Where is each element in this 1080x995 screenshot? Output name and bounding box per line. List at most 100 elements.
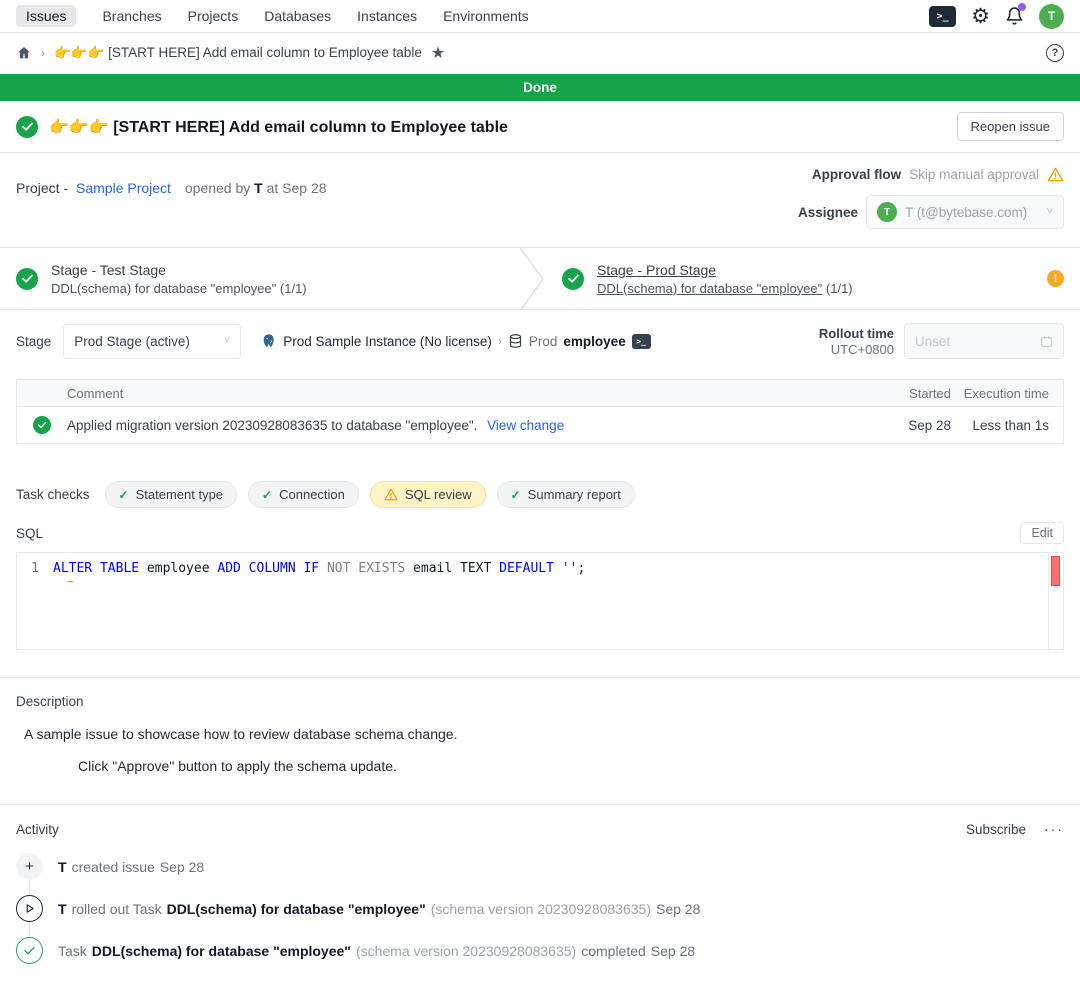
header-started: Started [873, 386, 951, 401]
star-icon[interactable]: ★ [431, 43, 445, 63]
task-run-table-header: Comment Started Execution time [17, 380, 1063, 407]
check-sql-review[interactable]: SQL review [370, 481, 486, 508]
sql-section-header: SQL Edit [16, 522, 1064, 544]
sql-editor[interactable]: 1 ALTER TABLE employee ADD COLUMN IF NOT… [16, 552, 1064, 650]
plus-icon: + [16, 853, 43, 880]
status-banner: Done [0, 74, 1080, 101]
activity-timestamp: Sep 28 [651, 943, 695, 959]
header-comment: Comment [67, 386, 873, 401]
home-icon[interactable] [16, 45, 32, 61]
activity-timestamp: Sep 28 [656, 901, 700, 917]
sql-code-line: 1 ALTER TABLE employee ADD COLUMN IF NOT… [17, 553, 1063, 576]
top-nav: Issues Branches Projects Databases Insta… [0, 0, 1080, 33]
stage-bar: Stage Prod Stage (active) ˅ Prod Sample … [0, 310, 1080, 372]
rollout-time-placeholder: Unset [915, 334, 950, 349]
subscribe-button[interactable]: Subscribe [966, 822, 1026, 837]
stage-test-check-icon [16, 268, 38, 290]
activity-detail: (schema version 20230928083635) [431, 901, 651, 917]
stage-prod-subtitle: DDL(schema) for database "employee" (1/1… [597, 281, 853, 296]
project-line: Project - Sample Project opened by T at … [16, 167, 327, 229]
stage-select-value: Prod Stage (active) [74, 334, 190, 349]
task-checks: Task checks ✓ Statement type ✓ Connectio… [16, 481, 1064, 508]
table-row[interactable]: Applied migration version 20230928083635… [17, 407, 1063, 443]
editor-overview-ruler[interactable] [1048, 553, 1063, 649]
nav-item-issues[interactable]: Issues [16, 5, 76, 27]
activity-actor: T [58, 901, 67, 917]
opened-at-text: at Sep 28 [267, 180, 327, 196]
warning-triangle-icon[interactable] [1047, 167, 1064, 182]
sql-warning-squiggle: ~ [67, 575, 74, 588]
nav-item-projects[interactable]: Projects [188, 8, 239, 24]
reopen-issue-button[interactable]: Reopen issue [957, 112, 1065, 141]
stage-select[interactable]: Prod Stage (active) ˅ [63, 324, 241, 359]
project-link[interactable]: Sample Project [76, 180, 171, 196]
check-success-icon: ✓ [262, 488, 272, 502]
issue-done-check-icon [16, 116, 38, 138]
task-comment: Applied migration version 20230928083635… [67, 418, 477, 433]
task-run-table: Comment Started Execution time Applied m… [16, 379, 1064, 444]
notification-dot [1018, 3, 1026, 11]
postgres-icon [261, 333, 277, 349]
task-success-check-icon [33, 416, 51, 434]
instance-name[interactable]: Prod Sample Instance (No license) [283, 334, 492, 349]
stage-test-subtitle: DDL(schema) for database "employee" (1/1… [51, 281, 307, 296]
issue-meta: Project - Sample Project opened by T at … [0, 153, 1080, 247]
description-label: Description [16, 694, 1064, 709]
approval-flow-line: Approval flow Skip manual approval [812, 167, 1064, 182]
activity-actor: T [58, 859, 67, 875]
activity-timestamp: Sep 28 [160, 859, 204, 875]
breadcrumb-separator: › [41, 46, 45, 60]
activity-entry-completed: Task DDL(schema) for database "employee"… [16, 937, 1064, 964]
attention-icon[interactable]: ! [1047, 270, 1064, 287]
check-summary-report[interactable]: ✓ Summary report [497, 481, 635, 508]
stage-test[interactable]: Stage - Test Stage DDL(schema) for datab… [0, 248, 518, 309]
stage-test-count: (1/1) [280, 281, 307, 296]
approval-flow-label: Approval flow [812, 167, 901, 182]
stage-prod-task-link[interactable]: DDL(schema) for database "employee" [597, 281, 822, 296]
stage-chevron-separator [518, 248, 546, 311]
user-avatar[interactable]: T [1039, 4, 1064, 29]
help-icon[interactable]: ? [1046, 44, 1064, 62]
sql-editor-icon[interactable]: >_ [929, 6, 956, 27]
gear-icon[interactable]: ⚙ [971, 6, 990, 27]
database-icon [508, 333, 523, 349]
sql-edit-button[interactable]: Edit [1020, 522, 1064, 544]
breadcrumb-title[interactable]: 👉👉👉 [START HERE] Add email column to Emp… [54, 45, 422, 61]
nav-item-databases[interactable]: Databases [264, 8, 331, 24]
nav-item-instances[interactable]: Instances [357, 8, 417, 24]
check-label: Connection [279, 487, 345, 502]
chevron-down-icon: ˅ [1047, 206, 1053, 218]
opener-name: T [254, 180, 263, 196]
stage-prod-title[interactable]: Stage - Prod Stage [597, 262, 853, 278]
nav-item-branches[interactable]: Branches [102, 8, 161, 24]
rollout-time-block: Rollout time UTC+0800 Unset [819, 323, 1064, 359]
description-line1: A sample issue to showcase how to review… [24, 726, 1064, 742]
play-circle-icon [16, 895, 43, 922]
sql-label: SQL [16, 526, 43, 541]
assignee-line: Assignee T T (t@bytebase.com) ˅ [798, 195, 1064, 229]
assignee-select[interactable]: T T (t@bytebase.com) ˅ [866, 195, 1064, 229]
stage-prod-count: (1/1) [826, 281, 853, 296]
activity-action: rolled out Task [72, 901, 162, 917]
nav-item-environments[interactable]: Environments [443, 8, 529, 24]
check-label: Summary report [528, 487, 621, 502]
check-statement-type[interactable]: ✓ Statement type [105, 481, 238, 508]
activity-header: Activity Subscribe ··· [16, 821, 1064, 837]
view-change-link[interactable]: View change [487, 418, 564, 433]
bell-icon[interactable] [1005, 6, 1024, 26]
stage-prod[interactable]: Stage - Prod Stage DDL(schema) for datab… [546, 248, 1080, 309]
rollout-time-input[interactable]: Unset [904, 323, 1064, 359]
stage-test-task: DDL(schema) for database "employee" [51, 281, 276, 296]
line-number: 1 [17, 561, 53, 576]
check-connection[interactable]: ✓ Connection [248, 481, 359, 508]
open-sql-editor-icon[interactable]: >_ [632, 334, 651, 349]
calendar-icon [1040, 335, 1053, 348]
editor-warning-marker [1051, 556, 1060, 586]
status-banner-label: Done [523, 80, 557, 95]
more-options-icon[interactable]: ··· [1044, 821, 1064, 837]
activity-action: created issue [72, 859, 155, 875]
opened-by-text: opened by [185, 180, 250, 196]
assignee-value: T (t@bytebase.com) [905, 205, 1027, 220]
rollout-timezone: UTC+0800 [819, 342, 894, 357]
database-name[interactable]: employee [563, 334, 625, 349]
